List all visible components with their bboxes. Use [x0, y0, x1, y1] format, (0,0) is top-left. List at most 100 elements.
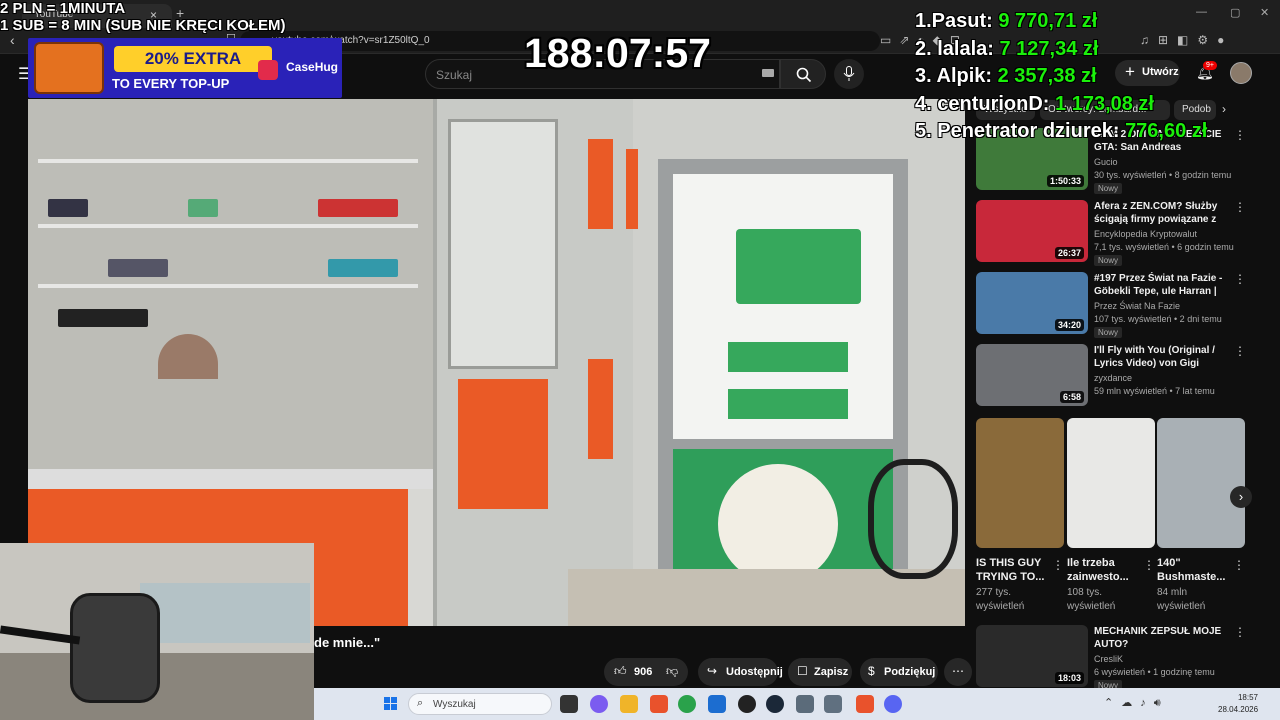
ad-brand: CaseHug	[286, 60, 339, 74]
video-scene-orange-panel	[588, 139, 613, 229]
recommendation-item[interactable]: 26:37 Afera z ZEN.COM? Służby ścigają fi…	[976, 200, 1246, 266]
system-tray-icons[interactable]: ⌃☁♪🔊︎	[1104, 696, 1169, 710]
video-scene-bike	[868, 459, 958, 579]
short-title[interactable]: 140" Bushmaste...	[1157, 556, 1233, 584]
channel-name[interactable]: CresliK	[1094, 654, 1123, 664]
kebab-menu-icon[interactable]: ⋮	[1234, 625, 1246, 639]
channel-name[interactable]: zyxdance	[1094, 373, 1132, 383]
keyboard-icon[interactable]	[762, 69, 774, 77]
store-icon[interactable]	[708, 695, 726, 713]
leaderboard-row: 4. centurionD: 1 173,08 zł	[915, 93, 1207, 121]
like-dislike-group: 👍︎ 906 👎︎	[604, 658, 688, 686]
close-window-icon[interactable]: ✕	[1260, 6, 1269, 19]
brave-icon[interactable]	[650, 695, 668, 713]
calculator-icon[interactable]	[824, 695, 842, 713]
leader-name: 4. centurionD:	[915, 92, 1056, 115]
chevron-right-icon[interactable]: ›	[1222, 102, 1226, 116]
search-button[interactable]	[780, 59, 826, 89]
duration-badge: 6:58	[1059, 391, 1084, 403]
leader-amount: 2 357,38 zł	[997, 65, 1097, 87]
windows-taskbar: ⌕ Wyszukaj ⌃☁♪🔊︎ 18:57 28.04.2026	[314, 688, 1280, 720]
recommendation-item[interactable]: 34:20 #197 Przez Świat na Fazie - Göbekl…	[976, 272, 1246, 338]
kebab-menu-icon[interactable]: ⋮	[1234, 272, 1246, 286]
thanks-button[interactable]: $ Podziękuj	[860, 658, 938, 686]
more-actions-button[interactable]: ⋯	[944, 658, 972, 686]
dislike-icon[interactable]: 👎︎	[666, 664, 678, 679]
video-scene-shelf	[38, 284, 418, 288]
file-explorer-icon[interactable]	[620, 695, 638, 713]
video-thumbnail[interactable]: 26:37	[976, 200, 1088, 262]
windows-start-icon[interactable]	[384, 697, 398, 711]
back-icon[interactable]: ‹	[10, 32, 15, 48]
leaderboard-row: 3. Alpik: 2 357,38 zł	[915, 65, 1207, 93]
kebab-menu-icon[interactable]: ⋮	[1233, 558, 1245, 572]
chevron-right-icon[interactable]: ›	[1230, 486, 1252, 508]
duration-badge: 18:03	[1054, 672, 1084, 684]
recommendation-title[interactable]: I'll Fly with You (Original / Lyrics Vid…	[1094, 344, 1224, 370]
copilot-icon[interactable]	[590, 695, 608, 713]
brave-active-icon[interactable]	[856, 695, 874, 713]
short-thumbnail[interactable]	[1067, 418, 1155, 548]
thanks-label: Podziękuj	[884, 666, 936, 678]
obs-icon[interactable]	[738, 695, 756, 713]
thanks-icon: $	[868, 664, 875, 678]
short-title[interactable]: Ile trzeba zainwesto...	[1067, 556, 1143, 584]
maximize-icon[interactable]: ▢	[1230, 6, 1240, 19]
video-scene-gold-sign	[728, 342, 848, 372]
kebab-menu-icon[interactable]: ⋮	[1234, 344, 1246, 358]
video-thumbnail[interactable]: 18:03	[976, 625, 1088, 687]
avatar[interactable]	[1230, 62, 1252, 84]
leader-name: 5. Penetrator dziurek:	[915, 120, 1126, 142]
short-thumbnail[interactable]	[976, 418, 1064, 548]
recommendation-title[interactable]: Afera z ZEN.COM? Służby ścigają firmy po…	[1094, 200, 1224, 226]
taskbar-search[interactable]: ⌕ Wyszukaj	[408, 693, 552, 715]
recommendation-title[interactable]: MECHANIK ZEPSUŁ MOJE AUTO?	[1094, 625, 1224, 651]
discord-icon[interactable]	[884, 695, 902, 713]
task-view-icon[interactable]	[560, 695, 578, 713]
ad-headline: 20% EXTRA	[114, 46, 272, 72]
channel-name[interactable]: Gucio	[1094, 157, 1118, 167]
subathon-timer: 188:07:57	[524, 30, 711, 76]
new-badge: Nowy	[1094, 183, 1123, 194]
voice-search-button[interactable]	[834, 59, 864, 89]
video-scene-counter-top	[28, 469, 488, 489]
recommendation-item[interactable]: 18:03 MECHANIK ZEPSUŁ MOJE AUTO? CresliK…	[976, 625, 1246, 691]
recommendation-title[interactable]: #197 Przez Świat na Fazie - Göbekli Tepe…	[1094, 272, 1224, 298]
leaderboard-row: 2. lalala: 7 127,34 zł	[915, 38, 1207, 66]
channel-name[interactable]: Encyklopedia Kryptowalut	[1094, 229, 1197, 239]
kebab-menu-icon[interactable]: ⋮	[1234, 200, 1246, 214]
short-thumbnail[interactable]	[1157, 418, 1245, 548]
save-button[interactable]: ☐ Zapisz	[788, 658, 852, 686]
recommendation-item[interactable]: 6:58 I'll Fly with You (Original / Lyric…	[976, 344, 1246, 410]
video-thumbnail[interactable]: 6:58	[976, 344, 1088, 406]
video-meta: 30 tys. wyświetleń • 8 godzin temu	[1094, 170, 1232, 180]
share-icon: ↪	[707, 664, 718, 678]
video-scene-item	[108, 259, 168, 277]
kebab-menu-icon[interactable]: ⋮	[1052, 558, 1064, 572]
taskbar-search-label: Wyszukaj	[433, 699, 476, 710]
like-count[interactable]: 906	[634, 666, 652, 678]
video-thumbnail[interactable]: 34:20	[976, 272, 1088, 334]
channel-name[interactable]: Przez Świat Na Fazie	[1094, 301, 1180, 311]
taskbar-clock[interactable]: 18:57 28.04.2026	[1218, 692, 1258, 716]
short-views: 277 tys. wyświetleń	[976, 587, 1025, 612]
new-badge: Nowy	[1094, 327, 1123, 338]
video-scene-hours-sign	[736, 229, 861, 304]
video-scene-silver-sign	[728, 389, 848, 419]
kebab-menu-icon[interactable]: ⋮	[1143, 558, 1155, 572]
like-icon[interactable]: 👍︎	[614, 664, 627, 679]
clock-time: 18:57	[1237, 693, 1258, 702]
microphone-icon	[843, 66, 855, 81]
leader-amount: 9 770,71 zł	[998, 10, 1098, 32]
chrome-icon[interactable]	[678, 695, 696, 713]
steam-icon[interactable]	[766, 695, 784, 713]
short-views: 84 mln wyświetleń	[1157, 587, 1206, 612]
new-badge: Nowy	[1094, 255, 1123, 266]
kebab-menu-icon[interactable]: ⋮	[1234, 128, 1246, 142]
short-title[interactable]: IS THIS GUY TRYING TO...	[976, 556, 1052, 584]
leaderboard-row: 1.Pasut: 9 770,71 zł	[915, 10, 1207, 38]
video-scene-item	[48, 199, 88, 217]
duration-badge: 1:50:33	[1046, 175, 1084, 187]
settings-icon[interactable]	[796, 695, 814, 713]
share-button[interactable]: ↪ Udostępnij	[698, 658, 783, 686]
